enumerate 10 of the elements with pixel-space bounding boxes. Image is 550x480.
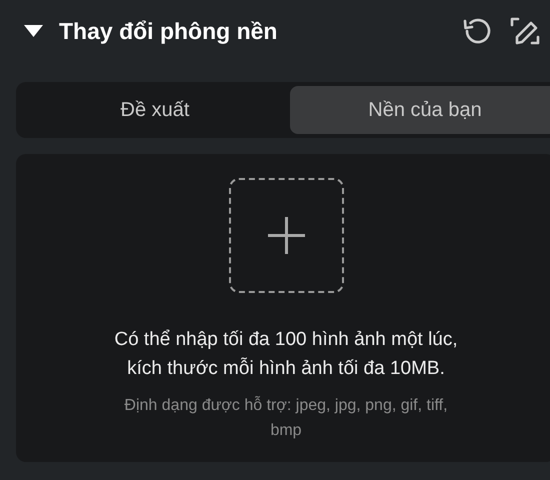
tab[interactable]: Đề xuất: [20, 86, 290, 134]
pencil-icon[interactable]: [510, 16, 540, 46]
upload-limit-text: Có thể nhập tối đa 100 hình ảnh một lúc, kích thước mỗi hình ảnh tối đa 10MB.: [113, 328, 459, 381]
tab[interactable]: Nền của bạn: [290, 86, 550, 134]
add-image-button[interactable]: [228, 178, 344, 293]
reset-icon[interactable]: [462, 17, 492, 45]
caret-icon[interactable]: [24, 24, 43, 38]
plus-icon: [268, 217, 304, 254]
panel-title: Thay đổi phông nền: [59, 18, 278, 44]
supported-formats-text: Định dạng được hỗ trợ: jpeg, jpg, png, gif, tiff, bmp: [123, 395, 449, 441]
